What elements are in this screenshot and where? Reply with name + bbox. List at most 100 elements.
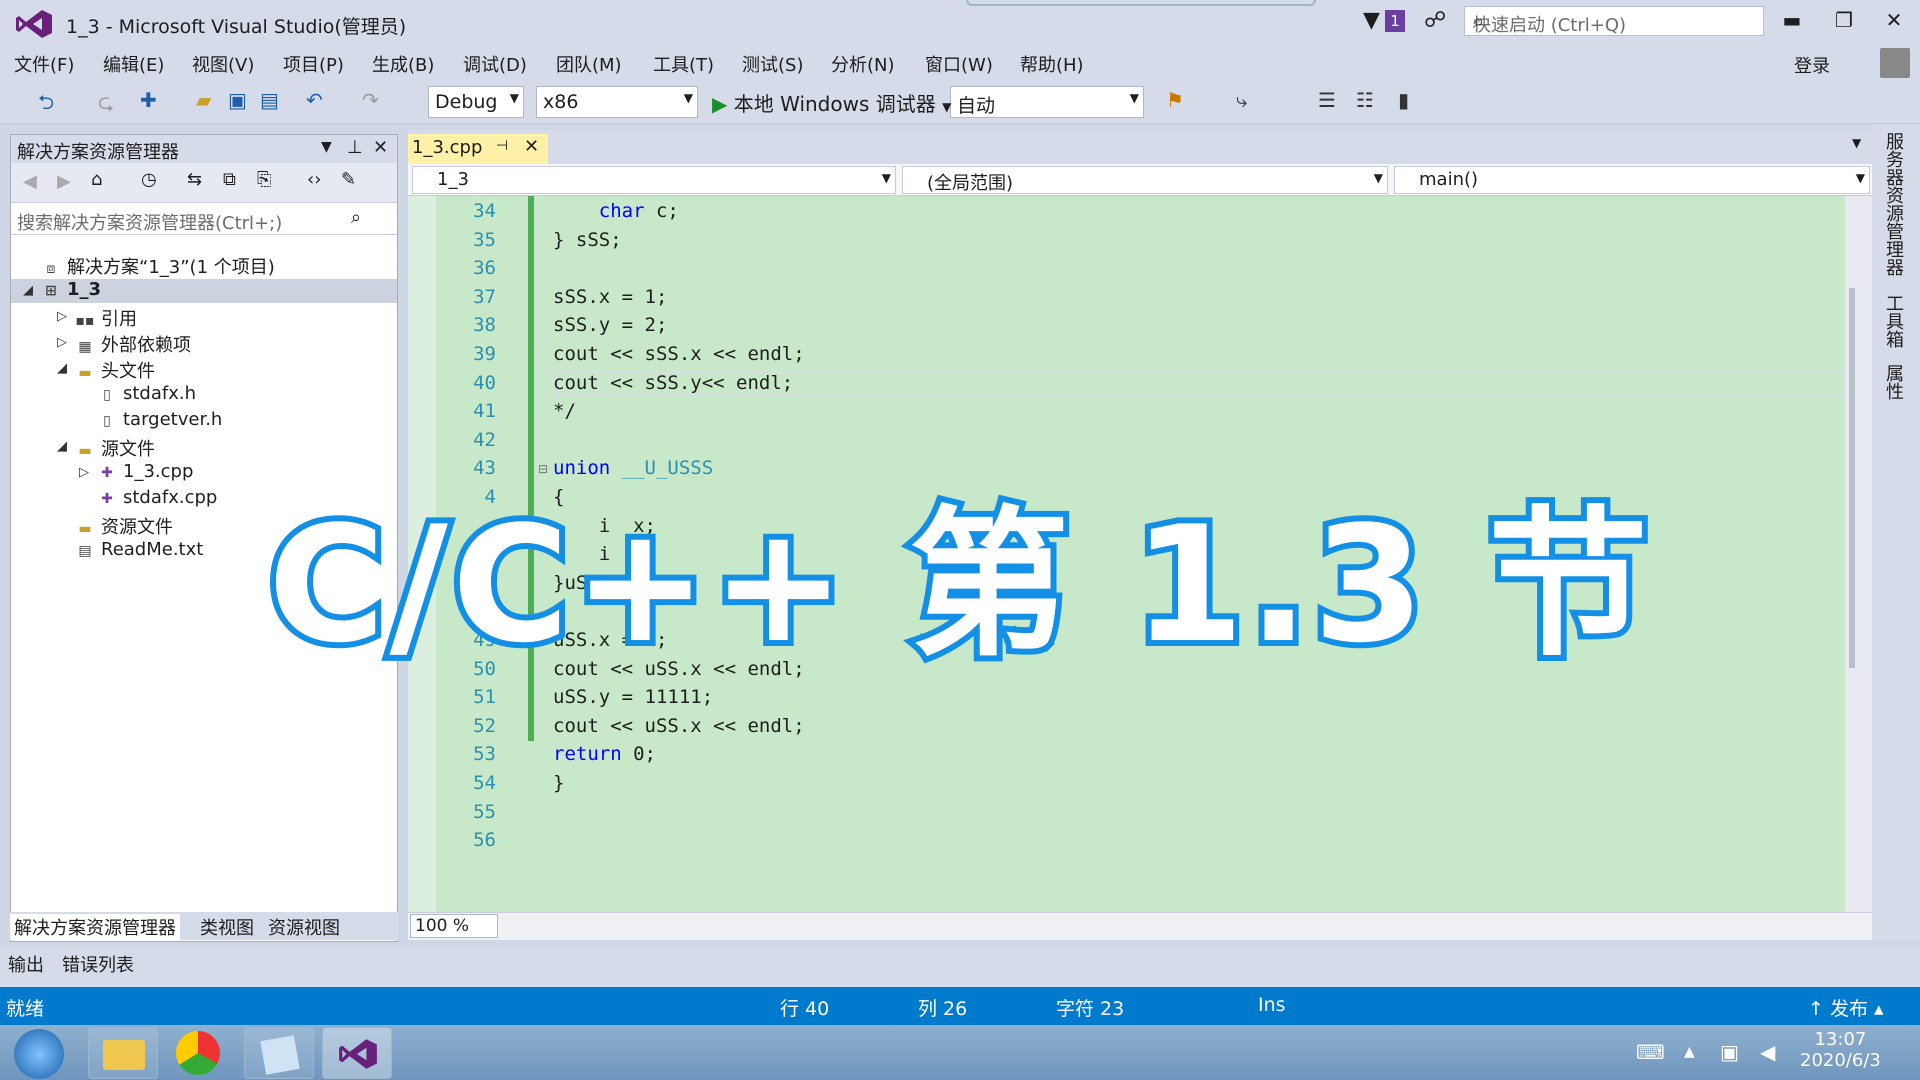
quick-launch-input[interactable]: 快速启动 (Ctrl+Q) ⌕: [1464, 6, 1764, 36]
back-icon[interactable]: ⮌: [38, 88, 54, 122]
code-line[interactable]: uSS.y = 11111;: [553, 686, 713, 708]
pin-icon[interactable]: ⊥: [347, 137, 363, 158]
tree-item[interactable]: ▯ stdafx.h: [97, 383, 196, 404]
system-clock[interactable]: 13:07 2020/6/3: [1800, 1029, 1881, 1071]
restore-button[interactable]: ❐: [1824, 8, 1864, 32]
publish-button[interactable]: ↑ 发布 ▴: [1808, 994, 1884, 1021]
tab-toolbox[interactable]: 工具箱: [1880, 294, 1906, 348]
tree-item[interactable]: ⊞ 1_3: [41, 279, 101, 300]
code-line[interactable]: } sSS;: [553, 229, 622, 251]
tree-expander-icon[interactable]: ▷: [57, 309, 67, 324]
solution-search-input[interactable]: 搜索解决方案资源管理器(Ctrl+;) ⌕: [11, 205, 397, 235]
menu-team[interactable]: 团队(M): [556, 51, 622, 77]
tree-expander-icon[interactable]: ◢: [57, 361, 67, 376]
save-icon[interactable]: ▣: [228, 88, 247, 112]
tree-expander-icon[interactable]: ◢: [23, 283, 33, 298]
redo-icon[interactable]: ↷: [362, 88, 379, 112]
menu-edit[interactable]: 编辑(E): [103, 51, 164, 77]
code-line[interactable]: */: [553, 400, 576, 422]
comment-icon[interactable]: ☰: [1318, 88, 1336, 112]
document-tab-1-3-cpp[interactable]: 1_3.cpp ⊣ ✕: [408, 134, 548, 164]
explorer-taskbar-icon[interactable]: [88, 1027, 158, 1079]
menu-project[interactable]: 项目(P): [283, 51, 344, 77]
notification-filter-icon[interactable]: ▼: [1363, 8, 1380, 33]
tab-solution-explorer[interactable]: 解决方案资源管理器: [10, 914, 180, 940]
code-line[interactable]: sSS.x = 1;: [553, 286, 667, 308]
open-file-icon[interactable]: ▰: [196, 88, 211, 112]
start-debugging-button[interactable]: ▶ 本地 Windows 调试器 ▼: [712, 88, 951, 117]
scope-nav-select[interactable]: (全局范围) ▼: [902, 166, 1388, 194]
tree-item[interactable]: ▦ 外部依赖项: [75, 331, 191, 357]
home-icon[interactable]: ⌂: [91, 169, 102, 190]
code-line[interactable]: cout << uSS.x << endl;: [553, 715, 805, 737]
forward-icon[interactable]: ▶: [57, 171, 71, 192]
view-code-icon[interactable]: ‹›: [307, 169, 321, 190]
search-icon[interactable]: ⌕: [351, 207, 361, 228]
forward-icon[interactable]: ⮎: [98, 88, 114, 122]
close-tab-icon[interactable]: ✕: [524, 136, 539, 157]
menu-build[interactable]: 生成(B): [372, 51, 434, 77]
menu-help[interactable]: 帮助(H): [1020, 51, 1084, 77]
code-line[interactable]: char c;: [553, 200, 679, 222]
browser-taskbar-icon[interactable]: [166, 1027, 236, 1079]
menu-file[interactable]: 文件(F): [14, 51, 74, 77]
search-icon[interactable]: ⌕: [1473, 9, 1757, 33]
project-nav-select[interactable]: 1_3 ▼: [412, 166, 896, 194]
menu-view[interactable]: 视图(V): [192, 51, 254, 77]
menu-test[interactable]: 测试(S): [742, 51, 803, 77]
tab-overflow-icon[interactable]: ▼: [1852, 136, 1861, 150]
undo-icon[interactable]: ↶: [306, 88, 323, 112]
code-line[interactable]: return 0;: [553, 743, 656, 765]
tree-expander-icon[interactable]: ▷: [57, 335, 67, 350]
tree-item[interactable]: ▬ 头文件: [75, 357, 155, 383]
menu-window[interactable]: 窗口(W): [925, 51, 993, 77]
volume-icon[interactable]: ◀: [1760, 1040, 1775, 1064]
close-button[interactable]: ✕: [1874, 8, 1914, 32]
tab-error-list[interactable]: 错误列表: [62, 951, 134, 977]
keyboard-icon[interactable]: ⌨: [1636, 1040, 1665, 1064]
new-project-icon[interactable]: ✚: [140, 88, 157, 112]
save-all-icon[interactable]: ▤: [260, 88, 279, 112]
collapse-all-icon[interactable]: ⧉: [223, 169, 236, 190]
tree-item[interactable]: ▪▪ 引用: [75, 305, 138, 331]
auto-select[interactable]: 自动 ▼: [950, 86, 1144, 118]
properties-icon[interactable]: ✎: [341, 169, 356, 190]
feedback-icon[interactable]: ☍: [1424, 8, 1446, 33]
tab-output[interactable]: 输出: [8, 951, 44, 977]
menu-tools[interactable]: 工具(T): [653, 51, 714, 77]
notification-badge[interactable]: 1: [1385, 10, 1405, 32]
network-icon[interactable]: ▣: [1720, 1040, 1739, 1064]
code-line[interactable]: }: [553, 772, 564, 794]
minimize-button[interactable]: ▬: [1772, 8, 1812, 32]
uncomment-icon[interactable]: ☷: [1356, 88, 1374, 112]
panel-dropdown-icon[interactable]: ▼: [321, 139, 332, 155]
configuration-select[interactable]: Debug ▼: [428, 86, 524, 118]
tab-server-explorer[interactable]: 服务器资源管理器: [1880, 132, 1906, 276]
code-line[interactable]: sSS.y = 2;: [553, 314, 667, 336]
start-button-icon[interactable]: [14, 1029, 64, 1079]
menu-analyze[interactable]: 分析(N): [831, 51, 895, 77]
tab-class-view[interactable]: 类视图: [196, 914, 258, 940]
menu-debug[interactable]: 调试(D): [463, 51, 527, 77]
tab-resource-view[interactable]: 资源视图: [264, 914, 344, 940]
tab-properties[interactable]: 属性: [1880, 364, 1906, 400]
back-icon[interactable]: ◀: [23, 171, 37, 192]
tray-expand-icon[interactable]: ▲: [1684, 1044, 1695, 1060]
code-line[interactable]: cout << sSS.y<< endl;: [553, 372, 793, 394]
notepad-taskbar-icon[interactable]: [244, 1027, 314, 1079]
pending-changes-icon[interactable]: ◷: [141, 169, 157, 190]
step-icon[interactable]: ⤷: [1236, 88, 1247, 112]
find-icon[interactable]: ⚑: [1166, 88, 1184, 112]
show-all-files-icon[interactable]: ⎘: [257, 169, 271, 190]
close-icon[interactable]: ✕: [373, 137, 388, 158]
tree-item[interactable]: ▯ targetver.h: [97, 409, 222, 430]
sync-icon[interactable]: ⇆: [187, 169, 202, 190]
visual-studio-taskbar-icon[interactable]: [322, 1027, 392, 1079]
tree-item[interactable]: ⧈ 解决方案“1_3”(1 个项目): [41, 253, 275, 279]
user-avatar-icon[interactable]: [1880, 48, 1910, 78]
tree-expander-icon[interactable]: ◢: [57, 439, 67, 454]
code-line[interactable]: cout << sSS.x << endl;: [553, 343, 805, 365]
platform-select[interactable]: x86 ▼: [536, 86, 698, 118]
member-nav-select[interactable]: main() ▼: [1394, 166, 1870, 194]
pin-icon[interactable]: ⊣: [496, 138, 508, 154]
